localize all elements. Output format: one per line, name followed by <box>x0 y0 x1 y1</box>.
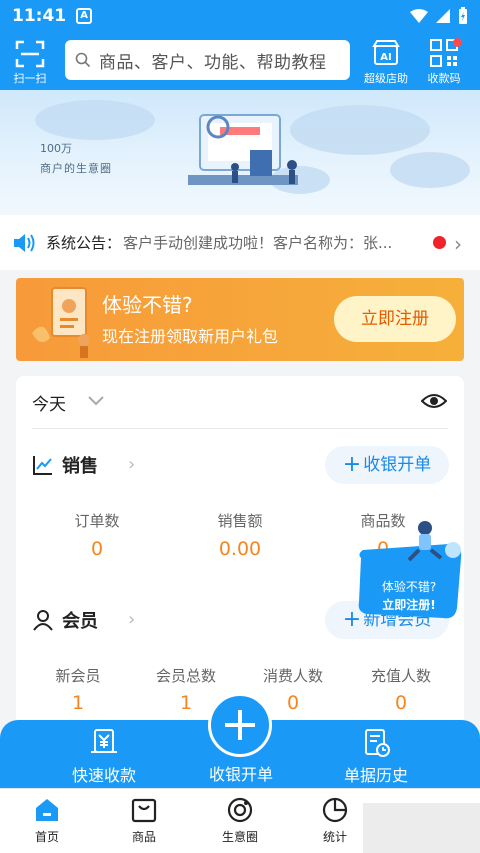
order-history-button[interactable]: 单据历史 <box>321 728 431 786</box>
quick-payment-label: 快速收款 <box>71 766 136 785</box>
floating-promo-text: 体验不错? 立即注册! <box>359 578 459 614</box>
nav-products[interactable]: 商品 <box>109 796 179 845</box>
banner-line-1: 100万 <box>40 142 72 155</box>
plus-icon <box>225 710 255 740</box>
register-now-button[interactable]: 立即注册 <box>334 296 456 342</box>
scan-icon <box>15 40 45 68</box>
battery-icon <box>459 7 467 24</box>
banner-line-2: 商户的生意圈 <box>40 162 112 175</box>
metric-new-members-label: 新会员 <box>55 667 101 685</box>
svg-text:AI: AI <box>380 52 391 63</box>
payment-qr-label: 收款码 <box>427 72 461 85</box>
notice-unread-dot <box>433 236 446 249</box>
top-header: 扫一扫 商品、客户、功能、帮助教程 AI 超级店助 收款码 <box>0 32 480 90</box>
floating-register-promo[interactable]: 体验不错? 立即注册! <box>353 514 465 622</box>
nav-statistics-label: 统计 <box>322 830 347 844</box>
eye-icon[interactable] <box>421 391 447 411</box>
order-history-label: 单据历史 <box>343 766 408 785</box>
notification-a-icon: A <box>76 8 93 24</box>
world-map-illustration <box>35 100 470 194</box>
members-section-title[interactable]: 会员 <box>62 607 98 633</box>
trend-chart-icon <box>33 456 52 475</box>
metric-rechargers-label: 充值人数 <box>370 667 431 685</box>
pie-chart-icon <box>322 797 348 823</box>
metric-consumers-label: 消费人数 <box>262 667 323 685</box>
metric-new-members-value: 1 <box>71 692 85 714</box>
status-bar: 11:41 A <box>0 0 480 32</box>
search-placeholder: 商品、客户、功能、帮助教程 <box>99 52 327 73</box>
quick-payment-button[interactable]: 快速收款 <box>49 728 159 786</box>
metric-order-count-label: 订单数 <box>74 512 120 530</box>
nav-business-circle[interactable]: 生意圈 <box>205 796 275 845</box>
scan-label: 扫一扫 <box>13 72 47 85</box>
gift-illustration-icon <box>32 287 90 358</box>
wifi-icon <box>410 9 428 23</box>
checkout-fab-button[interactable] <box>208 693 272 757</box>
home-icon <box>36 799 58 821</box>
signal-icon <box>436 9 450 23</box>
nav-products-label: 商品 <box>131 830 156 844</box>
notice-label: 系统公告： <box>46 234 122 252</box>
nav-business-circle-label: 生意圈 <box>221 830 258 844</box>
chevron-right-icon: › <box>454 232 462 256</box>
promo-subtitle: 现在注册领取新用户礼包 <box>102 327 279 346</box>
sales-section-title[interactable]: 销售 <box>62 452 98 478</box>
smile-circle-icon <box>227 797 253 823</box>
metric-sales-amount-label: 销售额 <box>217 512 263 530</box>
search-input[interactable]: 商品、客户、功能、帮助教程 <box>65 40 350 80</box>
floating-promo-line-2: 立即注册! <box>382 598 436 612</box>
metric-order-count-value: 0 <box>90 538 104 560</box>
notice-text: 客户手动创建成功啦！客户名称为：张... <box>123 234 393 252</box>
speaker-icon <box>14 233 35 252</box>
nav-statistics[interactable]: 统计 <box>300 796 370 845</box>
search-icon <box>75 52 91 68</box>
checkout-fab-label: 收银开单 <box>208 765 273 784</box>
floating-promo-line-1: 体验不错? <box>381 580 437 594</box>
plus-icon: + <box>342 452 362 477</box>
user-icon <box>33 610 53 631</box>
payment-qr-button[interactable]: 收款码 <box>416 38 472 86</box>
checkout-order-button[interactable]: + 收银开单 <box>325 446 449 484</box>
scan-button[interactable]: 扫一扫 <box>2 36 58 86</box>
hero-banner[interactable]: 100万 商户的生意圈 <box>0 90 480 215</box>
status-time: 11:41 <box>12 6 67 26</box>
checkout-order-label: 收银开单 <box>363 455 432 475</box>
chevron-down-icon[interactable] <box>86 390 106 410</box>
metric-total-members-label: 会员总数 <box>155 667 216 685</box>
qr-notification-dot <box>453 38 462 47</box>
document-clock-icon <box>365 729 390 757</box>
store-assistant-label: 超级店助 <box>364 72 408 85</box>
promo-title: 体验不错? <box>102 293 193 317</box>
nav-home[interactable]: 首页 <box>12 796 82 845</box>
members-chevron-icon[interactable]: › <box>128 609 135 630</box>
shopping-bag-icon <box>131 798 157 823</box>
period-select[interactable]: 今天 <box>32 390 66 415</box>
divider <box>32 428 448 429</box>
metric-rechargers-value: 0 <box>394 692 408 714</box>
overlay-placeholder <box>363 803 480 853</box>
sales-chevron-icon[interactable]: › <box>128 454 135 475</box>
metric-sales-amount-value: 0.00 <box>218 538 262 560</box>
register-promo-banner[interactable]: 体验不错? 现在注册领取新用户礼包 立即注册 <box>16 278 464 361</box>
ai-store-icon: AI <box>372 40 400 65</box>
yen-receipt-icon <box>91 729 117 753</box>
nav-home-label: 首页 <box>34 830 59 844</box>
system-notice-bar[interactable]: 系统公告： 客户手动创建成功啦！客户名称为：张... › <box>0 215 480 270</box>
status-icons <box>410 7 468 25</box>
store-assistant-button[interactable]: AI 超级店助 <box>358 38 414 86</box>
